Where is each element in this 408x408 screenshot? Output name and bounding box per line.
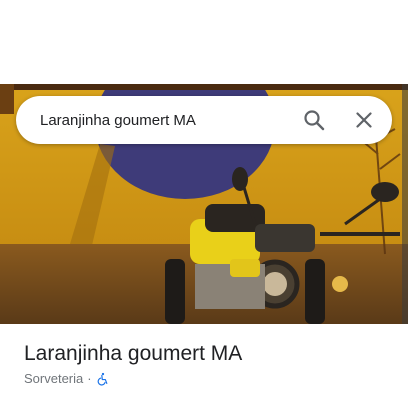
wheelchair-accessible [96,372,110,386]
separator-dot: · [87,371,92,386]
place-meta: Sorveteria · [24,371,392,386]
clear-search-button[interactable] [344,100,384,140]
search-button[interactable] [294,100,334,140]
place-title[interactable]: Laranjinha goumert MA [24,340,392,368]
search-bar[interactable]: Laranjinha goumert MA [16,96,392,144]
scrollbar[interactable] [402,84,408,324]
wheelchair-icon [97,372,107,386]
place-category: Sorveteria [24,371,84,386]
search-icon [304,110,325,131]
place-info: Laranjinha goumert MA Sorveteria · [24,340,392,386]
close-icon [356,112,372,128]
search-input[interactable]: Laranjinha goumert MA [40,112,294,129]
